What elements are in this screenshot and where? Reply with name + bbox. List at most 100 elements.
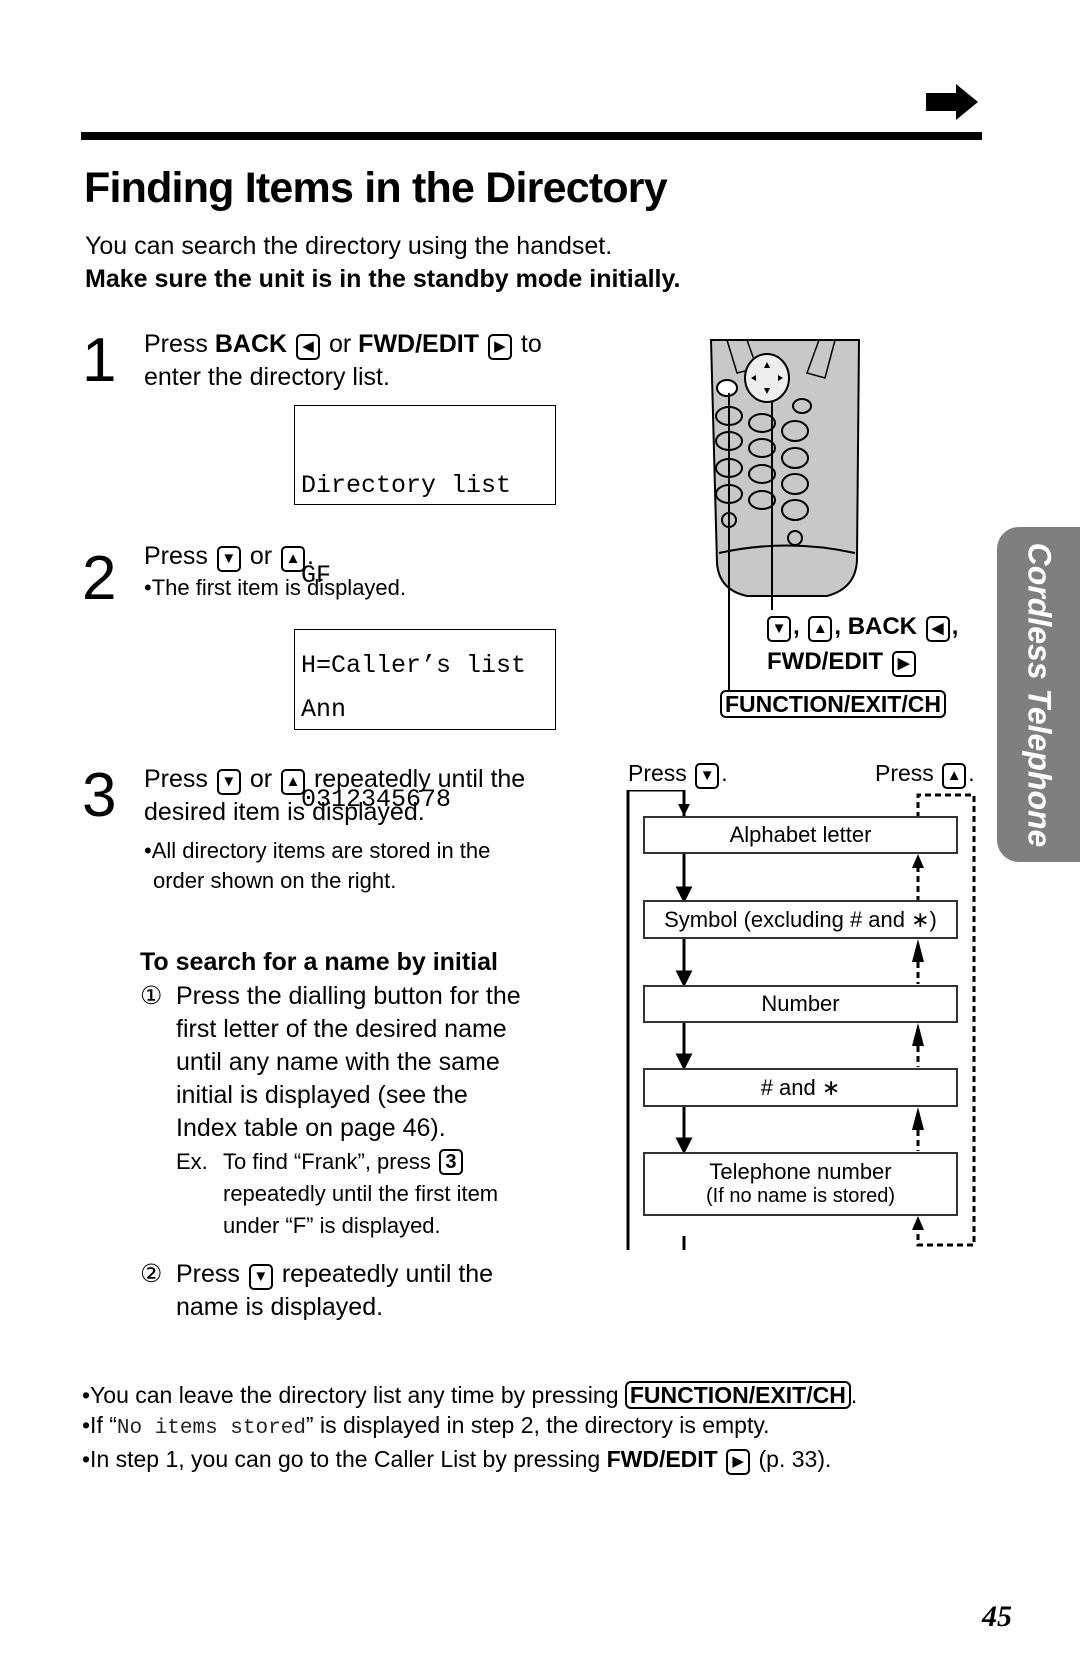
callout-nav-keys: ▼, ▲, BACK ◀, — [765, 613, 958, 642]
page-number: 45 — [982, 1600, 1012, 1633]
flow-press-down: Press ▼. — [628, 760, 728, 789]
down-key-icon: ▼ — [767, 616, 791, 642]
flow-step-hash-star: # and ∗ — [643, 1068, 958, 1107]
back-label: BACK — [847, 613, 918, 640]
note-text: •You can leave the directory list any ti… — [82, 1382, 619, 1408]
header-rule — [81, 132, 982, 140]
flow-step-sub: (If no name is stored) — [706, 1185, 895, 1207]
flow-step-number: Number — [643, 985, 958, 1023]
lcd-message: No items stored — [116, 1417, 306, 1440]
step-3-bullet: •All directory items are stored in the o… — [144, 836, 490, 896]
text-line: until any name with the same — [176, 1048, 500, 1076]
step-3-line2: desired item is displayed. — [144, 798, 425, 826]
fwd-edit-label: FWD/EDIT — [358, 330, 479, 358]
step-3-instruction: Press ▼ or ▲ repeatedly until the desire… — [144, 763, 525, 829]
note-2: •If “No items stored” is displayed in st… — [82, 1410, 857, 1444]
fwd-edit-label: FWD/EDIT — [606, 1446, 718, 1472]
bullet-line: order shown on the right. — [153, 868, 397, 893]
search-by-initial-heading: To search for a name by initial — [140, 948, 498, 976]
text-to: to — [520, 330, 542, 358]
down-key-icon: ▼ — [216, 546, 241, 572]
step-1-line2: enter the directory list. — [144, 363, 390, 391]
fwd-key-icon: ▶ — [487, 334, 512, 360]
intro-text: You can search the directory using the h… — [85, 232, 613, 260]
lcd-line: Ann — [301, 695, 347, 724]
text-press: Press — [176, 1260, 240, 1288]
callout-fwd-edit: FWD/EDIT ▶ — [767, 648, 918, 677]
text-line: first letter of the desired name — [176, 1015, 507, 1043]
up-key-icon: ▲ — [281, 769, 305, 795]
step-2-instruction: Press ▼ or ▲. •The first item is display… — [144, 540, 406, 603]
function-exit-ch-key: FUNCTION/EXIT/CH — [624, 1381, 851, 1409]
text-press: Press — [144, 542, 208, 570]
example: Ex. To find “Frank”, press 3 repeatedly … — [176, 1146, 498, 1242]
text-line: under “F” is displayed. — [223, 1213, 441, 1238]
flow-step-alphabet: Alphabet letter — [643, 816, 958, 854]
note-text: •If “ — [82, 1412, 117, 1438]
step-1-instruction: Press BACK ◀ or FWD/EDIT ▶ to enter the … — [144, 328, 542, 394]
step-2-bullet: •The first item is displayed. — [144, 575, 407, 600]
text-press: Press — [628, 760, 687, 786]
callout-function-key: FUNCTION/EXIT/CH — [720, 690, 946, 718]
fwd-key-icon: ▶ — [891, 651, 916, 677]
down-key-icon: ▼ — [216, 769, 241, 795]
lcd-line: Directory list — [301, 471, 512, 500]
bullet-line: •All directory items are stored in the — [144, 838, 491, 863]
step-number-1: 1 — [82, 326, 117, 395]
intro-bold-note: Make sure the unit is in the standby mod… — [85, 265, 681, 293]
flow-step-telephone-number: Telephone number (If no name is stored) — [643, 1152, 958, 1216]
text-or: or — [249, 765, 273, 793]
up-key-icon: ▲ — [281, 546, 305, 572]
text-press: Press — [144, 765, 208, 793]
circled-one: ① — [140, 982, 163, 1010]
lcd-directory-list: Directory list GF H=Caller’s list — [294, 405, 556, 680]
down-key-icon: ▼ — [248, 1264, 273, 1290]
note-text: •In step 1, you can go to the Caller Lis… — [82, 1446, 601, 1472]
section-tab: Cordless Telephone — [997, 527, 1080, 862]
text-line: repeatedly until the first item — [223, 1181, 499, 1206]
period: . — [307, 542, 314, 570]
search-item-1: ① Press the dialling button for the firs… — [140, 980, 521, 1145]
example-prefix: Ex. — [176, 1149, 208, 1174]
fwd-key-icon: ▶ — [726, 1449, 751, 1475]
handset-illustration — [709, 339, 861, 598]
period: . — [850, 1382, 858, 1408]
text-or: or — [328, 330, 352, 358]
function-exit-ch-key: FUNCTION/EXIT/CH — [720, 690, 946, 718]
fwd-edit-label: FWD/EDIT — [767, 648, 883, 675]
note-text: ” is displayed in step 2, the directory … — [305, 1412, 770, 1438]
back-key-icon: ◀ — [925, 616, 950, 642]
down-key-icon: ▼ — [695, 763, 720, 789]
step-number-3: 3 — [82, 761, 117, 830]
note-1: •You can leave the directory list any ti… — [82, 1380, 857, 1410]
text-line: initial is displayed (see the — [176, 1081, 468, 1109]
back-key-icon: ◀ — [296, 334, 321, 360]
intro: You can search the directory using the h… — [85, 230, 680, 296]
page-reference: (p. 33). — [758, 1446, 832, 1472]
text-rest: repeatedly until the — [313, 765, 526, 793]
flow-step-label: Telephone number — [709, 1159, 892, 1184]
back-label: BACK — [214, 330, 288, 358]
circled-two: ② — [140, 1260, 163, 1288]
step-number-2: 2 — [82, 544, 117, 613]
lcd-first-item: Ann 0312345678 — [294, 629, 556, 814]
flow-press-up: Press ▲. — [875, 760, 975, 789]
text-press: Press — [875, 760, 934, 786]
text-line: Press the dialling button for the — [176, 982, 521, 1010]
notes: •You can leave the directory list any ti… — [82, 1380, 857, 1475]
text-line: name is displayed. — [176, 1293, 384, 1321]
section-tab-label: Cordless Telephone — [1021, 542, 1057, 847]
text-or: or — [249, 542, 273, 570]
page-title: Finding Items in the Directory — [84, 164, 668, 212]
up-key-icon: ▲ — [808, 616, 833, 642]
note-3: •In step 1, you can go to the Caller Lis… — [82, 1444, 857, 1475]
flow-step-symbol: Symbol (excluding # and ∗) — [643, 900, 958, 939]
arrow-right-icon — [926, 84, 978, 120]
text-line: Index table on page 46). — [176, 1114, 446, 1142]
up-key-icon: ▲ — [942, 763, 967, 789]
search-item-2: ② Press ▼ repeatedly until the name is d… — [140, 1258, 493, 1324]
text-rest: repeatedly until the — [281, 1260, 494, 1288]
text-press: Press — [144, 330, 208, 358]
text-line: To find “Frank”, press — [223, 1149, 431, 1174]
dial-key-3-icon: 3 — [438, 1149, 463, 1175]
